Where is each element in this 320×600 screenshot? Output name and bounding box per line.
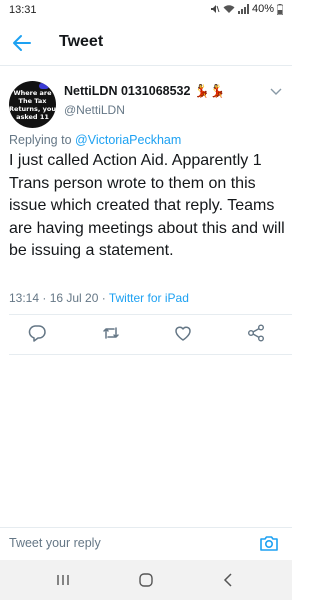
author-emoji: 💃💃 [193, 84, 226, 98]
reply-bar: Tweet your reply [0, 527, 292, 559]
replying-prefix: Replying to [9, 133, 76, 147]
status-bar: 13:31 40% [0, 0, 292, 20]
chevron-down-icon[interactable] [270, 86, 282, 96]
reply-icon[interactable] [27, 323, 47, 343]
system-nav-bar [0, 560, 292, 600]
avatar[interactable]: Where are The Tax Returns, you asked 11 [9, 81, 56, 128]
like-icon[interactable] [173, 323, 193, 343]
avatar-text: Where are The Tax Returns, you asked 11 [9, 89, 56, 121]
arrow-left-icon[interactable] [10, 31, 34, 55]
home-icon[interactable] [139, 573, 153, 587]
divider [9, 314, 292, 315]
tweet-source[interactable]: Twitter for iPad [109, 291, 189, 305]
back-icon[interactable] [222, 573, 234, 587]
divider [9, 354, 292, 355]
reply-input[interactable]: Tweet your reply [9, 536, 101, 550]
camera-icon[interactable] [258, 532, 280, 554]
share-icon[interactable] [246, 323, 266, 343]
tweet-timestamp: 13:14 · 16 Jul 20 · [9, 291, 109, 305]
replying-to: Replying to @VictoriaPeckham [9, 133, 181, 147]
page-title: Tweet [59, 33, 104, 50]
wifi-icon [223, 5, 235, 13]
author-name[interactable]: NettiLDN 0131068532 💃💃 [64, 84, 225, 99]
author-handle[interactable]: @NettiLDN [64, 103, 125, 117]
recent-apps-icon[interactable] [56, 574, 70, 586]
battery-icon [277, 3, 283, 15]
signal-icon [237, 4, 249, 14]
replying-to-link[interactable]: @VictoriaPeckham [75, 133, 181, 147]
tweet-text: I just called Action Aid. Apparently 1 T… [9, 152, 285, 259]
author-name-text: NettiLDN 0131068532 [64, 84, 191, 98]
status-icons: 40% [210, 3, 283, 15]
status-time: 13:31 [9, 4, 37, 16]
battery-percent: 40% [251, 3, 274, 15]
top-bar: Tweet [0, 20, 292, 66]
retweet-icon[interactable] [101, 323, 121, 343]
mute-icon [210, 5, 220, 13]
tweet-meta: 13:14 · 16 Jul 20 · Twitter for iPad [9, 291, 189, 305]
